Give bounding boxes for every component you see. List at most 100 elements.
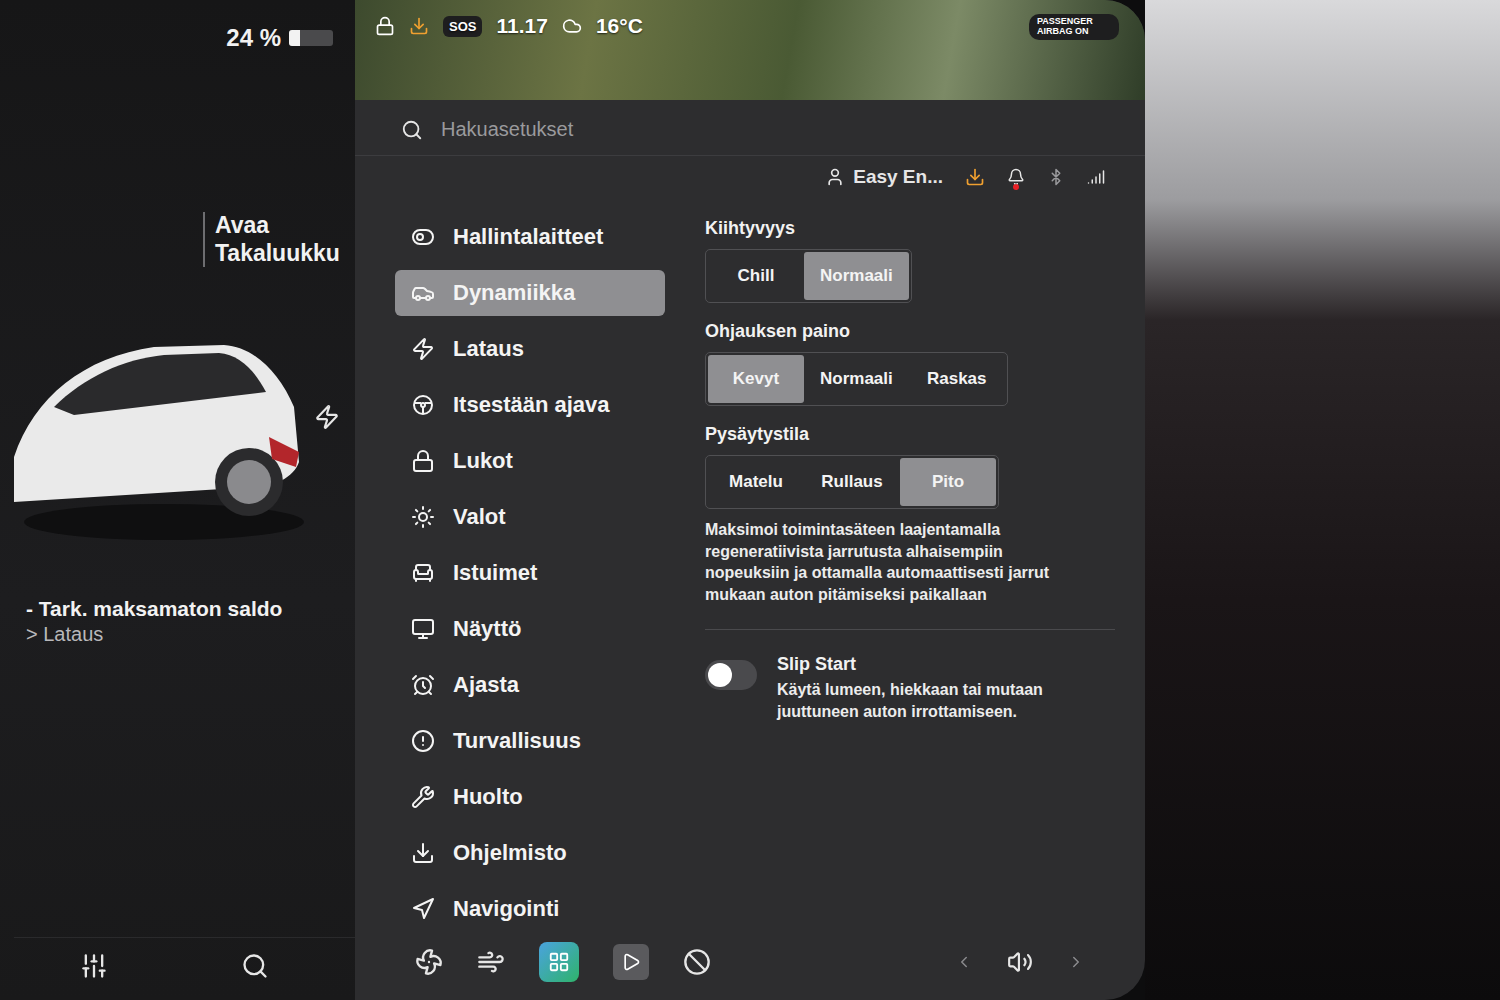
segment-option[interactable]: Pito — [900, 458, 996, 506]
search-placeholder[interactable]: Hakuasetukset — [441, 118, 573, 141]
user-icon — [825, 167, 845, 187]
profile-row: Easy En... — [355, 156, 1145, 188]
sidebar-item[interactable]: Itsestään ajava — [395, 382, 665, 428]
segmented-control: ChillNormaali — [705, 249, 912, 303]
search-icon[interactable] — [241, 952, 269, 980]
download-icon[interactable] — [965, 167, 985, 187]
segment-option[interactable]: Rullaus — [804, 458, 900, 506]
segment-option[interactable]: Kevyt — [708, 355, 804, 403]
trunk-row: Avaa Takaluukku — [14, 52, 355, 267]
sidebar-item[interactable]: Turvallisuus — [395, 718, 665, 764]
seat-icon — [411, 561, 435, 585]
notifications[interactable] — [1007, 168, 1025, 186]
notice-text: - Tark. maksamaton saldo — [26, 597, 343, 621]
segment-option[interactable]: Chill — [708, 252, 804, 300]
signal-icon — [1087, 168, 1105, 186]
car-stage — [14, 267, 355, 547]
toggle-icon — [411, 225, 435, 249]
setting-group: KiihtyvyysChillNormaali — [705, 218, 1115, 303]
sidebar-item[interactable]: Navigointi — [395, 886, 665, 928]
slip-start-title: Slip Start — [777, 654, 1115, 675]
sidebar-item[interactable]: Hallintalaitteet — [395, 214, 665, 260]
segment-option[interactable]: Normaali — [804, 252, 909, 300]
sidebar: Hallintalaitteet Dynamiikka Lataus Itsestää… — [395, 194, 665, 928]
apps-button[interactable] — [539, 942, 579, 982]
segment-option[interactable]: Matelu — [708, 458, 804, 506]
sidebar-item[interactable]: Lukot — [395, 438, 665, 484]
sidebar-item[interactable]: Valot — [395, 494, 665, 540]
car-interior — [1145, 0, 1500, 1000]
setting-title: Pysäytystila — [705, 424, 1115, 445]
segmented-control: KevytNormaaliRaskas — [705, 352, 1008, 406]
battery-status: 24 % — [14, 24, 355, 52]
profile-button[interactable]: Easy En... — [825, 166, 943, 188]
setting-title: Ohjauksen paino — [705, 321, 1115, 342]
navigation-icon — [411, 897, 435, 921]
clock: 11.17 — [496, 14, 547, 38]
volume-up-icon[interactable] — [1067, 953, 1085, 971]
sidebar-item[interactable]: Lataus — [395, 326, 665, 372]
media-button[interactable] — [613, 944, 649, 980]
segment-option[interactable]: Raskas — [909, 355, 1005, 403]
setting-group: Pysäytystila MateluRullausPito Maksimoi to… — [705, 424, 1115, 605]
notice[interactable]: - Tark. maksamaton saldo> Lataus — [14, 587, 355, 656]
alarm-clock-icon — [411, 673, 435, 697]
play-icon — [621, 952, 641, 972]
notification-dot — [1013, 184, 1019, 190]
dock — [355, 928, 1145, 1000]
battery-percent: 24 % — [226, 24, 281, 52]
cloud-icon — [562, 16, 582, 36]
download-icon[interactable] — [409, 16, 429, 36]
settings-panel: KiihtyvyysChillNormaali Ohjauksen paino Ke… — [705, 194, 1115, 928]
segment-option[interactable]: Normaali — [804, 355, 909, 403]
steering-wheel-icon — [411, 393, 435, 417]
temperature: 16°C — [596, 14, 643, 38]
slip-start-text: Slip Start Käytä lumeen, hiekkaan tai mut… — [777, 654, 1115, 722]
segmented-control: MateluRullausPito — [705, 455, 999, 509]
sidebar-item[interactable]: Dynamiikka — [395, 270, 665, 316]
alert-icon — [411, 729, 435, 753]
car-icon — [411, 281, 435, 305]
notice-link[interactable]: > Lataus — [26, 623, 343, 646]
volume-icon[interactable] — [1007, 949, 1033, 975]
light-icon — [411, 505, 435, 529]
volume-down-icon[interactable] — [955, 953, 973, 971]
lock-icon — [411, 449, 435, 473]
apps-icon — [548, 951, 570, 973]
divider — [705, 629, 1115, 630]
settings-screen: SOS 11.17 16°C PASSENGER AIRBAG ON Hakuasetu… — [355, 0, 1145, 1000]
no-signal-icon[interactable] — [683, 948, 711, 976]
airbag-badge: PASSENGER AIRBAG ON — [1029, 14, 1119, 40]
charge-port-icon[interactable] — [314, 404, 340, 430]
sidebar-item[interactable]: Näyttö — [395, 606, 665, 652]
battery-icon — [289, 30, 333, 46]
status-bar: SOS 11.17 16°C — [375, 14, 643, 38]
download-icon — [411, 841, 435, 865]
sidebar-item[interactable]: Ohjelmisto — [395, 830, 665, 876]
sidebar-item[interactable]: Ajasta — [395, 662, 665, 708]
car-image-icon — [14, 287, 304, 547]
wiper-icon[interactable] — [477, 948, 505, 976]
settings-body: Hallintalaitteet Dynamiikka Lataus Itsestää… — [355, 188, 1145, 928]
controls-icon[interactable] — [80, 952, 108, 980]
sos-button[interactable]: SOS — [443, 16, 482, 37]
setting-group: Ohjauksen paino KevytNormaaliRaskas — [705, 321, 1115, 406]
sidebar-item[interactable]: Huolto — [395, 774, 665, 820]
lock-icon[interactable] — [375, 16, 395, 36]
page: 24 % Avaa Takaluukku - Tark. maksamaton sa… — [0, 0, 1500, 1000]
fan-icon[interactable] — [415, 948, 443, 976]
car-panel: 24 % Avaa Takaluukku - Tark. maksamaton sa… — [0, 0, 355, 1000]
slip-start-description: Käytä lumeen, hiekkaan tai mutaan juuttu… — [777, 679, 1115, 722]
setting-description: Maksimoi toimintasäteen laajentamalla re… — [705, 519, 1085, 605]
open-trunk-button[interactable]: Avaa Takaluukku — [203, 212, 343, 267]
sidebar-item[interactable]: Istuimet — [395, 550, 665, 596]
left-footer — [14, 937, 355, 980]
display-icon — [411, 617, 435, 641]
bluetooth-icon[interactable] — [1047, 168, 1065, 186]
search-row[interactable]: Hakuasetukset — [355, 100, 1145, 156]
slip-start-toggle[interactable] — [705, 660, 757, 690]
map-strip: SOS 11.17 16°C PASSENGER AIRBAG ON — [355, 0, 1145, 100]
wrench-icon — [411, 785, 435, 809]
battery-fill — [289, 30, 300, 46]
search-icon — [401, 119, 423, 141]
